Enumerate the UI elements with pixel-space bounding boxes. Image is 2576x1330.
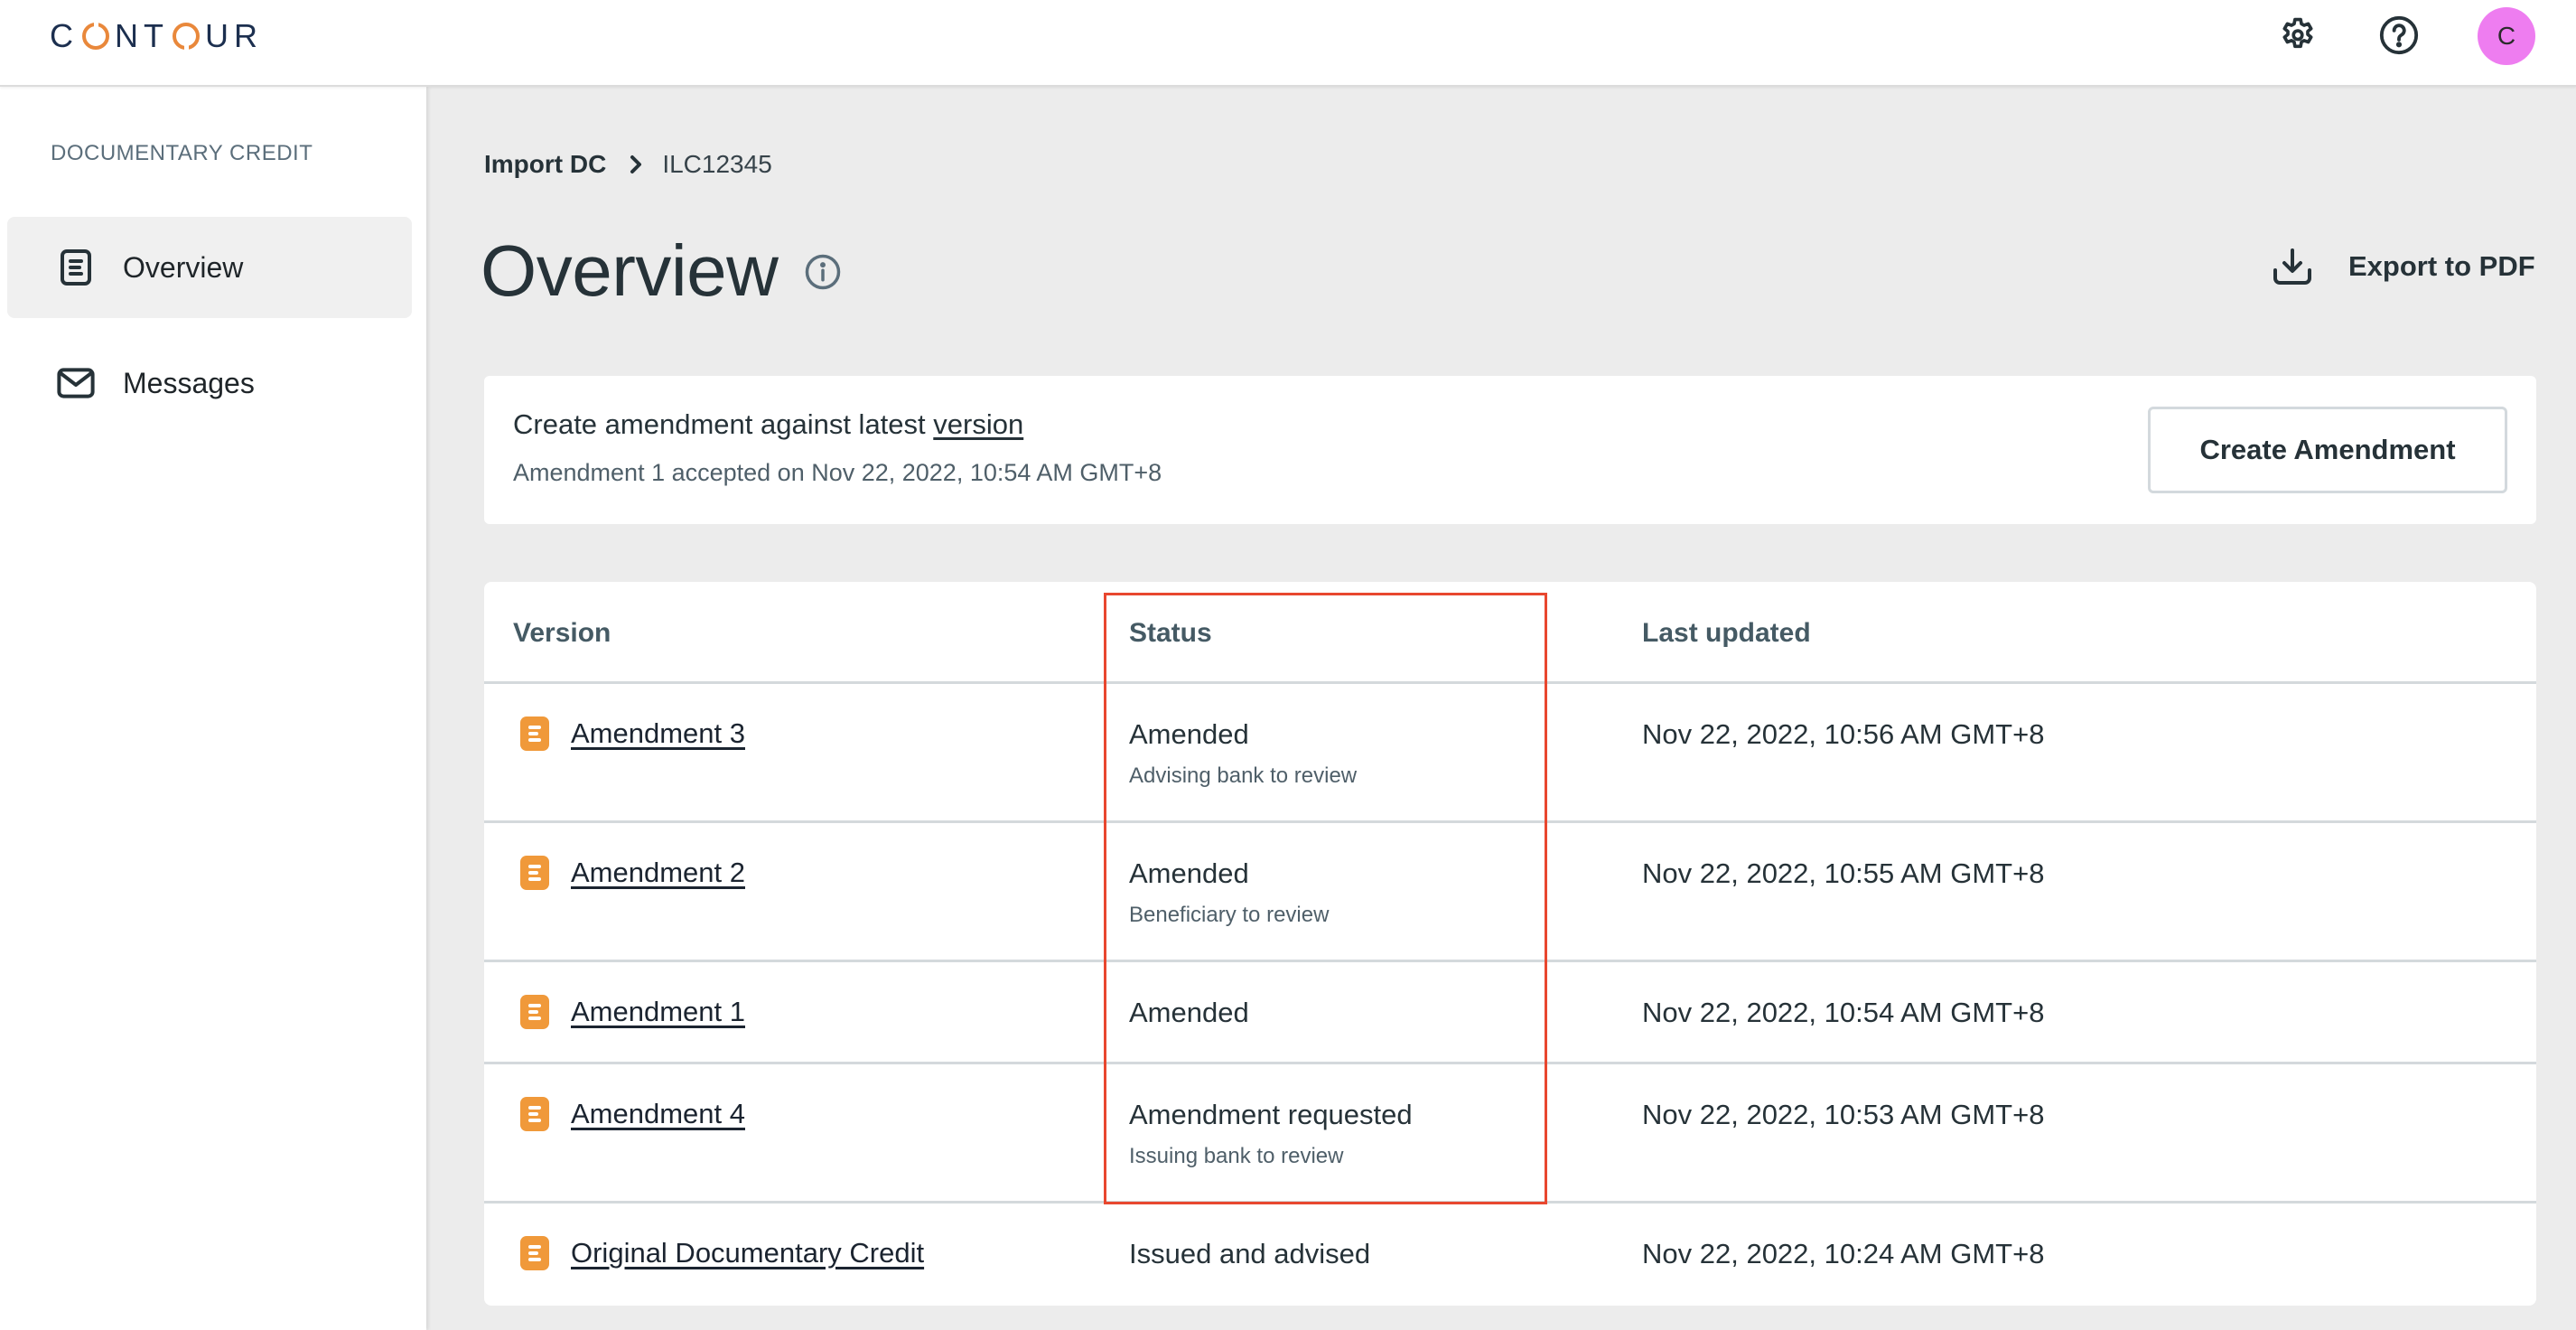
table-row: Amendment 3 Amended Advising bank to rev…	[484, 684, 2536, 823]
breadcrumb: Import DC ILC12345	[484, 150, 772, 179]
gear-icon	[2282, 17, 2313, 49]
user-avatar[interactable]: C	[2478, 7, 2535, 65]
document-icon	[520, 995, 549, 1029]
chevron-right-icon	[630, 155, 642, 174]
amendment-card-subtitle: Amendment 1 accepted on Nov 22, 2022, 10…	[513, 459, 1162, 486]
last-updated-cell: Nov 22, 2022, 10:55 AM GMT+8	[1642, 857, 2045, 889]
breadcrumb-current: ILC12345	[662, 150, 772, 178]
status-cell: Amended Beneficiary to review	[1129, 857, 1329, 928]
version-cell: Amendment 4	[520, 1097, 745, 1131]
status-cell: Amended Advising bank to review	[1129, 718, 1357, 789]
info-icon[interactable]	[804, 253, 842, 295]
document-icon	[520, 717, 549, 751]
sidebar-item-label: Messages	[123, 366, 255, 399]
sidebar-item-overview[interactable]: Overview	[7, 217, 412, 318]
logo-letter: R	[234, 17, 263, 54]
logo-letter-o-icon	[82, 21, 109, 50]
download-icon	[2273, 248, 2311, 285]
help-button[interactable]	[2377, 14, 2421, 57]
version-cell: Original Documentary Credit	[520, 1236, 924, 1270]
version-link[interactable]: Original Documentary Credit	[571, 1237, 924, 1269]
table-row: Amendment 1 Amended Nov 22, 2022, 10:54 …	[484, 962, 2536, 1064]
latest-version-link[interactable]: version	[933, 408, 1023, 440]
version-cell: Amendment 2	[520, 856, 745, 890]
sidebar-item-messages[interactable]: Messages	[7, 332, 412, 434]
main-content: Import DC ILC12345 Overview Export to PD…	[426, 87, 2576, 1330]
version-link[interactable]: Amendment 4	[571, 1098, 745, 1130]
logo-letter: N	[115, 17, 144, 54]
status-text: Issued and advised	[1129, 1238, 1371, 1269]
help-circle-icon	[2379, 15, 2419, 55]
page-title: Overview	[481, 230, 779, 311]
status-cell: Amended	[1129, 997, 1249, 1029]
sidebar-item-label: Overview	[123, 250, 244, 284]
version-link[interactable]: Amendment 1	[571, 996, 745, 1028]
status-detail: Issuing bank to review	[1129, 1144, 1344, 1168]
status-cell: Amendment requested Issuing bank to revi…	[1129, 1099, 1413, 1169]
status-cell: Issued and advised	[1129, 1238, 1370, 1270]
status-text: Amended	[1129, 718, 1249, 750]
table-header: Version Status Last updated	[484, 582, 2536, 684]
last-updated-cell: Nov 22, 2022, 10:56 AM GMT+8	[1642, 718, 2045, 750]
document-icon	[520, 856, 549, 890]
status-detail: Advising bank to review	[1129, 763, 1358, 788]
document-icon	[520, 1097, 549, 1131]
sidebar: DOCUMENTARY CREDIT Overview Messages	[0, 87, 426, 1330]
create-amendment-button[interactable]: Create Amendment	[2148, 407, 2507, 493]
versions-table: Version Status Last updated Amendment 3 …	[484, 582, 2536, 1306]
logo-letter: C	[50, 17, 79, 54]
document-icon	[520, 1236, 549, 1270]
export-label: Export to PDF	[2348, 250, 2535, 282]
contour-logo[interactable]: C N T U R	[50, 17, 263, 54]
settings-button[interactable]	[2276, 14, 2319, 57]
table-row: Original Documentary Credit Issued and a…	[484, 1204, 2536, 1306]
create-amendment-card: Create amendment against latest version …	[484, 376, 2536, 524]
version-link[interactable]: Amendment 3	[571, 717, 745, 750]
version-cell: Amendment 3	[520, 717, 745, 751]
table-row: Amendment 2 Amended Beneficiary to revie…	[484, 823, 2536, 962]
table-row: Amendment 4 Amendment requested Issuing …	[484, 1064, 2536, 1204]
last-updated-cell: Nov 22, 2022, 10:53 AM GMT+8	[1642, 1099, 2045, 1130]
status-detail: Beneficiary to review	[1129, 903, 1330, 927]
status-text: Amendment requested	[1129, 1099, 1413, 1130]
status-text: Amended	[1129, 857, 1249, 889]
last-updated-cell: Nov 22, 2022, 10:24 AM GMT+8	[1642, 1238, 2045, 1269]
column-header-version: Version	[513, 618, 611, 648]
amendment-card-title: Create amendment against latest version	[513, 408, 1023, 441]
column-header-last-updated: Last updated	[1642, 618, 1811, 648]
export-to-pdf-button[interactable]: Export to PDF	[2273, 248, 2535, 286]
envelope-icon	[56, 363, 96, 403]
logo-letter: U	[205, 17, 234, 54]
sidebar-section-label: DOCUMENTARY CREDIT	[51, 141, 313, 165]
breadcrumb-parent-link[interactable]: Import DC	[484, 150, 606, 179]
top-bar: C N T U R C	[0, 0, 2576, 87]
avatar-initial: C	[2497, 22, 2516, 50]
column-header-status: Status	[1129, 618, 1212, 648]
logo-letter-o-icon	[173, 23, 200, 52]
status-text: Amended	[1129, 997, 1249, 1028]
amendment-card-title-text: Create amendment against latest	[513, 408, 926, 440]
document-icon	[56, 248, 96, 287]
last-updated-cell: Nov 22, 2022, 10:54 AM GMT+8	[1642, 997, 2045, 1028]
logo-letter: T	[144, 17, 169, 54]
version-link[interactable]: Amendment 2	[571, 857, 745, 889]
version-cell: Amendment 1	[520, 995, 745, 1029]
